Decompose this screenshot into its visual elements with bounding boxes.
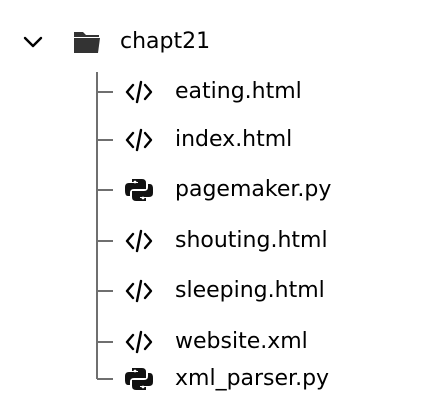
tree-item-pagemaker-py[interactable]: pagemaker.py [0, 168, 436, 212]
code-icon [125, 279, 153, 303]
chevron-down-icon[interactable] [22, 31, 44, 53]
tree-item-eating-html[interactable]: eating.html [0, 70, 436, 114]
file-label: xml_parser.py [175, 366, 330, 391]
python-icon [125, 179, 153, 201]
file-label: website.xml [175, 329, 308, 354]
file-label: index.html [175, 127, 293, 152]
code-icon [125, 229, 153, 253]
folder-label: chapt21 [120, 29, 211, 54]
file-label: eating.html [175, 79, 302, 104]
file-label: sleeping.html [175, 278, 325, 303]
code-icon [125, 330, 153, 354]
tree-item-xml-parser-py[interactable]: xml_parser.py [0, 357, 436, 401]
code-icon [125, 80, 153, 104]
file-label: shouting.html [175, 228, 328, 253]
folder-icon [74, 32, 100, 53]
python-icon [125, 368, 153, 390]
file-tree: chapt21 eating.html index.html pagemaker… [0, 0, 436, 415]
tree-item-shouting-html[interactable]: shouting.html [0, 219, 436, 263]
tree-item-index-html[interactable]: index.html [0, 118, 436, 162]
code-icon [125, 128, 153, 152]
file-label: pagemaker.py [175, 177, 332, 202]
tree-item-sleeping-html[interactable]: sleeping.html [0, 269, 436, 313]
tree-item-chapt21[interactable]: chapt21 [0, 20, 436, 64]
